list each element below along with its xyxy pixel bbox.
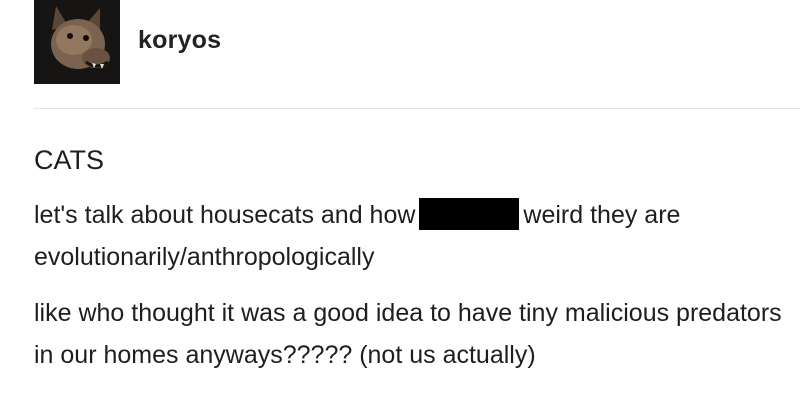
author-username[interactable]: koryos: [138, 26, 221, 55]
bat-avatar-icon: [34, 0, 120, 84]
redaction-box: [419, 198, 520, 230]
paragraph-1-text-before: let's talk about housecats and how: [34, 201, 416, 229]
author-avatar[interactable]: [34, 0, 120, 84]
post-heading: CATS: [34, 145, 105, 175]
post: koryos CATS let's talk about housecats a…: [0, 0, 800, 420]
post-paragraph-2: like who thought it was a good idea to h…: [34, 299, 782, 369]
post-body: CATS let's talk about housecats and how w…: [34, 140, 784, 390]
post-header: koryos: [0, 0, 800, 110]
post-paragraph-1: let's talk about housecats and how weird …: [34, 194, 784, 278]
header-divider: [34, 108, 800, 109]
